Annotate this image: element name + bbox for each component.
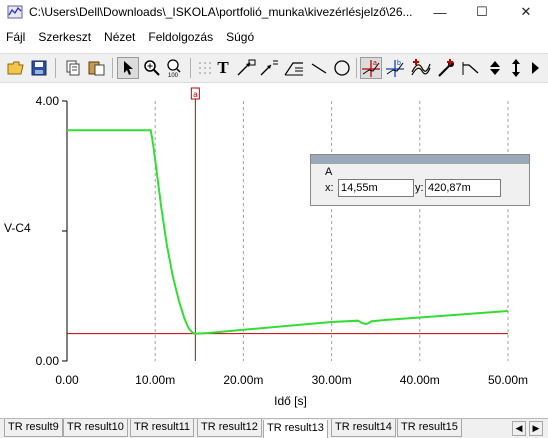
up-down-arrows-icon[interactable]	[505, 57, 527, 79]
menu-help[interactable]: Súgó	[226, 29, 254, 45]
tab-tr-result10[interactable]: TR result10	[63, 419, 128, 437]
tab-tr-result14[interactable]: TR result14	[331, 419, 396, 437]
readout-name: A	[325, 166, 333, 178]
x-axis-label: Idő [s]	[274, 394, 307, 408]
window-title: C:\Users\Dell\Downloads\_ISKOLA\portfoli…	[29, 5, 413, 19]
text-tool-label: T	[217, 58, 229, 77]
tab-scroll-left-icon[interactable]: ◀	[512, 421, 526, 436]
x-tick-label: 50.00m	[488, 373, 528, 387]
cursor-a-icon[interactable]: a	[360, 57, 382, 79]
tab-scroll-right-icon[interactable]: ▶	[529, 421, 543, 436]
zoom-in-icon[interactable]	[141, 57, 163, 79]
text-tool-icon[interactable]: T	[212, 57, 234, 79]
zoom-100-icon[interactable]: 100	[164, 57, 186, 79]
x-tick-label: 30.00m	[312, 373, 352, 387]
tab-tr-result9[interactable]: TR result9	[4, 419, 63, 437]
cursor-b-icon[interactable]: b	[384, 57, 406, 79]
app-icon	[7, 5, 23, 19]
menu-edit[interactable]: Szerkeszt	[38, 29, 91, 45]
paste-icon[interactable]	[86, 57, 108, 79]
cursor-readout-panel[interactable]: A x: y:	[310, 154, 530, 206]
title-bar: C:\Users\Dell\Downloads\_ISKOLA\portfoli…	[0, 0, 548, 24]
arrow-label-icon[interactable]	[235, 57, 257, 79]
save-disk-icon[interactable]	[28, 57, 50, 79]
x-tick-label: 10.00m	[135, 373, 175, 387]
circle-tool-icon[interactable]	[331, 57, 353, 79]
readout-x-field[interactable]	[338, 179, 414, 197]
curve-icon[interactable]	[410, 57, 432, 79]
open-folder-icon[interactable]	[5, 57, 27, 79]
transient-chart: 4.00 0.00 0.00 10.00m 20.00m 30.00m 40.00m 50.0…	[36, 87, 528, 408]
probe-icon[interactable]	[436, 57, 458, 79]
line-tool-icon[interactable]	[308, 57, 330, 79]
copy-icon[interactable]	[62, 57, 84, 79]
readout-x-label: x:	[325, 182, 334, 194]
cursor-b-label: b	[397, 60, 401, 67]
y-tick-label: 4.00	[36, 94, 60, 108]
readout-y-label: y:	[415, 182, 424, 194]
pointer-icon[interactable]	[117, 57, 139, 79]
result-tab-bar: TR result9 TR result10 TR result11 TR re…	[0, 418, 548, 438]
readout-titlebar[interactable]	[311, 155, 529, 164]
cursor-a-marker-label: a	[193, 90, 198, 99]
menu-bar: Fájl Szerkeszt Nézet Feldolgozás Súgó	[0, 27, 548, 47]
scroll-up-icon[interactable]	[487, 57, 503, 79]
tab-tr-result12[interactable]: TR result12	[197, 419, 262, 437]
toolbar: 100 T a b	[0, 53, 548, 83]
arrow-label-2-icon[interactable]	[258, 57, 280, 79]
close-button[interactable]: ✕	[504, 0, 548, 24]
maximize-button[interactable]: ☐	[460, 0, 504, 24]
x-tick-label: 20.00m	[223, 373, 263, 387]
slope-label-icon[interactable]	[283, 57, 305, 79]
menu-process[interactable]: Feldolgozás	[148, 29, 213, 45]
menu-file[interactable]: Fájl	[6, 29, 25, 45]
step-icon[interactable]	[460, 57, 482, 79]
cursor-a-label: a	[373, 60, 377, 67]
svg-text:100: 100	[168, 73, 179, 78]
y-axis-label: V-C4	[4, 221, 31, 235]
menu-view[interactable]: Nézet	[104, 29, 135, 45]
tab-tr-result15[interactable]: TR result15	[397, 419, 462, 437]
y-tick-label: 0.00	[36, 354, 60, 368]
x-tick-label: 40.00m	[400, 373, 440, 387]
plot-area[interactable]: 4.00 0.00 0.00 10.00m 20.00m 30.00m 40.00m 50.0…	[0, 84, 548, 414]
scroll-right-icon[interactable]	[527, 57, 543, 79]
readout-y-field[interactable]	[425, 179, 501, 197]
minimize-button[interactable]: —	[418, 0, 462, 24]
tab-tr-result11[interactable]: TR result11	[130, 419, 195, 437]
tab-tr-result13[interactable]: TR result13	[263, 420, 328, 438]
x-tick-label: 0.00	[55, 373, 79, 387]
